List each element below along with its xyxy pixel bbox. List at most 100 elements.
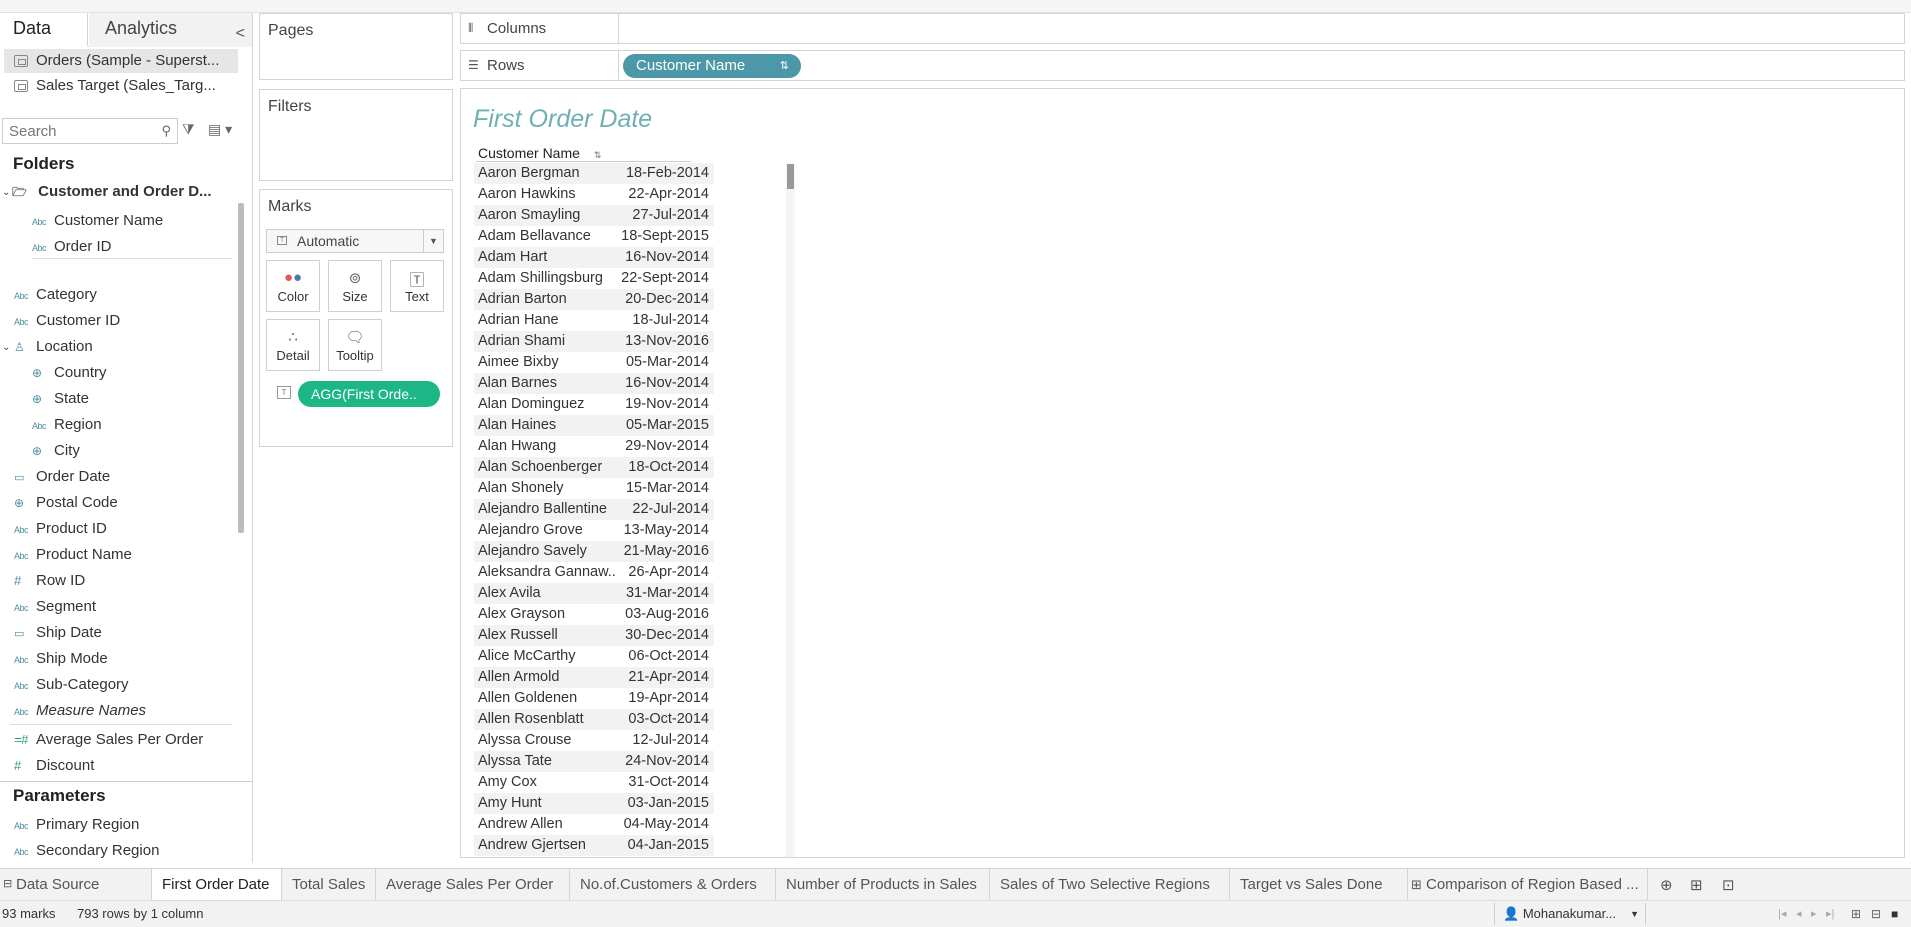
search-icon[interactable]: ⚲ (161, 123, 171, 139)
first-page-icon[interactable]: |◂ (1778, 901, 1786, 927)
data-pane-scrollbar[interactable] (238, 203, 244, 533)
agg-first-order-pill[interactable]: AGG(First Orde.. (298, 381, 440, 407)
last-page-icon[interactable]: ▸| (1826, 901, 1834, 927)
table-row[interactable]: Alex Russell 30-Dec-2014 (474, 625, 714, 646)
sheet-tab-comparison-region[interactable]: ⊞ Comparison of Region Based ... (1408, 869, 1648, 900)
table-row[interactable]: Aaron Bergman 18-Feb-2014 (474, 163, 714, 184)
field-country[interactable]: ⊕ Country (32, 361, 107, 385)
table-row[interactable]: Amy Hunt 03-Jan-2015 (474, 793, 714, 814)
table-row[interactable]: Alan Shonely 15-Mar-2014 (474, 478, 714, 499)
table-row[interactable]: Adrian Barton 20-Dec-2014 (474, 289, 714, 310)
table-row[interactable]: Alan Haines 05-Mar-2015 (474, 415, 714, 436)
folder-customer-order[interactable]: 🗁 Customer and Order D... (12, 180, 212, 204)
chevron-down-icon[interactable]: ▼ (423, 230, 443, 252)
field-average-sales-per-order[interactable]: =# Average Sales Per Order (14, 728, 203, 752)
rows-shelf[interactable]: ☰ Rows Customer Name ⇅ (460, 50, 1905, 81)
table-row[interactable]: Alice McCarthy 06-Oct-2014 (474, 646, 714, 667)
table-row[interactable]: Aaron Hawkins 22-Apr-2014 (474, 184, 714, 205)
sheet-tab-two-regions[interactable]: Sales of Two Selective Regions (990, 869, 1230, 900)
pages-card[interactable]: Pages (259, 13, 453, 80)
data-source-orders[interactable]: Orders (Sample - Superst... (4, 49, 238, 73)
tab-data[interactable]: Data (0, 13, 88, 47)
sheet-tab-first-order-date[interactable]: First Order Date (152, 869, 282, 900)
new-story-icon[interactable]: ⊡ (1722, 876, 1735, 894)
customer-name-pill[interactable]: Customer Name ⇅ (623, 54, 801, 78)
table-row[interactable]: Alyssa Tate 24-Nov-2014 (474, 751, 714, 772)
sheet-tab-target-vs-sales[interactable]: Target vs Sales Done (1230, 869, 1408, 900)
param-primary-region[interactable]: Abc Primary Region (14, 813, 139, 837)
table-row[interactable]: Adam Shillingsburg 22-Sept-2014 (474, 268, 714, 289)
field-customer-name[interactable]: Abc Customer Name (32, 209, 163, 233)
chevron-down-icon[interactable]: ⌄ (2, 342, 10, 353)
table-row[interactable]: Andrew Allen 04-May-2014 (474, 814, 714, 835)
search-input[interactable] (3, 119, 153, 143)
table-row[interactable]: Alejandro Ballentine 22-Jul-2014 (474, 499, 714, 520)
table-row[interactable]: Alex Grayson 03-Aug-2016 (474, 604, 714, 625)
chevron-down-icon[interactable]: ⌄ (2, 187, 10, 198)
worksheet-view[interactable]: First Order Date Customer Name ⇅ Aaron B… (460, 88, 1905, 858)
table-row[interactable]: Alan Hwang 29-Nov-2014 (474, 436, 714, 457)
table-row[interactable]: Alejandro Grove 13-May-2014 (474, 520, 714, 541)
grid-view-icon[interactable]: ⊞ (1851, 901, 1861, 927)
param-secondary-region[interactable]: Abc Secondary Region (14, 839, 159, 863)
table-row[interactable]: Aimee Bixby 05-Mar-2014 (474, 352, 714, 373)
collapse-pane-icon[interactable]: < (236, 19, 245, 49)
size-button[interactable]: ⊚ Size (328, 260, 382, 312)
table-row[interactable]: Amy Cox 31-Oct-2014 (474, 772, 714, 793)
prev-page-icon[interactable]: ◂ (1796, 901, 1802, 927)
sort-icon[interactable]: ⇅ (594, 150, 602, 160)
column-header[interactable]: Customer Name ⇅ (476, 145, 691, 162)
field-discount[interactable]: # Discount (14, 754, 94, 778)
table-row[interactable]: Adrian Hane 18-Jul-2014 (474, 310, 714, 331)
field-postal-code[interactable]: ⊕ Postal Code (14, 491, 118, 515)
view-scrollbar-thumb[interactable] (787, 164, 794, 189)
columns-shelf[interactable]: ⦀ Columns (460, 13, 1905, 44)
table-row[interactable]: Alan Schoenberger 18-Oct-2014 (474, 457, 714, 478)
detail-button[interactable]: ∴ Detail (266, 319, 320, 371)
color-button[interactable]: ●● Color (266, 260, 320, 312)
table-row[interactable]: Alan Dominguez 19-Nov-2014 (474, 394, 714, 415)
table-row[interactable]: Alyssa Crouse 12-Jul-2014 (474, 730, 714, 751)
field-ship-date[interactable]: ▭ Ship Date (14, 621, 102, 645)
field-sub-category[interactable]: Abc Sub-Category (14, 673, 129, 697)
filters-card[interactable]: Filters (259, 89, 453, 181)
table-row[interactable]: Allen Goldenen 19-Apr-2014 (474, 688, 714, 709)
table-row[interactable]: Alan Barnes 16-Nov-2014 (474, 373, 714, 394)
field-segment[interactable]: Abc Segment (14, 595, 96, 619)
view-scroll-track[interactable] (786, 163, 795, 857)
view-options-icon[interactable]: ▤ ▾ (208, 121, 232, 138)
field-measure-names[interactable]: Abc Measure Names (14, 699, 146, 723)
field-order-id[interactable]: Abc Order ID (32, 235, 112, 259)
table-row[interactable]: Alejandro Savely 21-May-2016 (474, 541, 714, 562)
sheet-tab-total-sales[interactable]: Total Sales (282, 869, 376, 900)
sheet-tab-number-of-products[interactable]: Number of Products in Sales (776, 869, 990, 900)
field-product-id[interactable]: Abc Product ID (14, 517, 107, 541)
tooltip-button[interactable]: 🗨 Tooltip (328, 319, 382, 371)
table-row[interactable]: Alex Avila 31-Mar-2014 (474, 583, 714, 604)
new-worksheet-icon[interactable]: ⊕ (1660, 876, 1673, 894)
filter-icon[interactable]: ⧩ (182, 121, 195, 138)
field-customer-id[interactable]: Abc Customer ID (14, 309, 120, 333)
user-menu[interactable]: 👤 Mohanakumar... ▼ (1494, 903, 1646, 925)
filmstrip-icon[interactable]: ⊟ (1871, 901, 1881, 927)
next-page-icon[interactable]: ▸ (1811, 901, 1817, 927)
tab-analytics[interactable]: Analytics < (89, 13, 252, 49)
field-state[interactable]: ⊕ State (32, 387, 89, 411)
field-order-date[interactable]: ▭ Order Date (14, 465, 110, 489)
field-region[interactable]: Abc Region (32, 413, 102, 437)
table-row[interactable]: Adam Bellavance 18-Sept-2015 (474, 226, 714, 247)
data-source-tab[interactable]: ⊟ Data Source (0, 869, 152, 900)
table-row[interactable]: Allen Armold 21-Apr-2014 (474, 667, 714, 688)
table-row[interactable]: Aaron Smayling 27-Jul-2014 (474, 205, 714, 226)
mark-type-dropdown[interactable]: T Automatic ▼ (266, 229, 444, 253)
table-row[interactable]: Adam Hart 16-Nov-2014 (474, 247, 714, 268)
table-row[interactable]: Aleksandra Gannaw.. 26-Apr-2014 (474, 562, 714, 583)
table-row[interactable]: Andrew Gjertsen 04-Jan-2015 (474, 835, 714, 856)
new-dashboard-icon[interactable]: ⊞ (1690, 876, 1703, 894)
field-product-name[interactable]: Abc Product Name (14, 543, 132, 567)
table-row[interactable]: Adrian Shami 13-Nov-2016 (474, 331, 714, 352)
sheet-tab-average-sales[interactable]: Average Sales Per Order (376, 869, 570, 900)
field-location[interactable]: ♙ Location (14, 335, 93, 359)
field-city[interactable]: ⊕ City (32, 439, 80, 463)
table-row[interactable]: Allen Rosenblatt 03-Oct-2014 (474, 709, 714, 730)
